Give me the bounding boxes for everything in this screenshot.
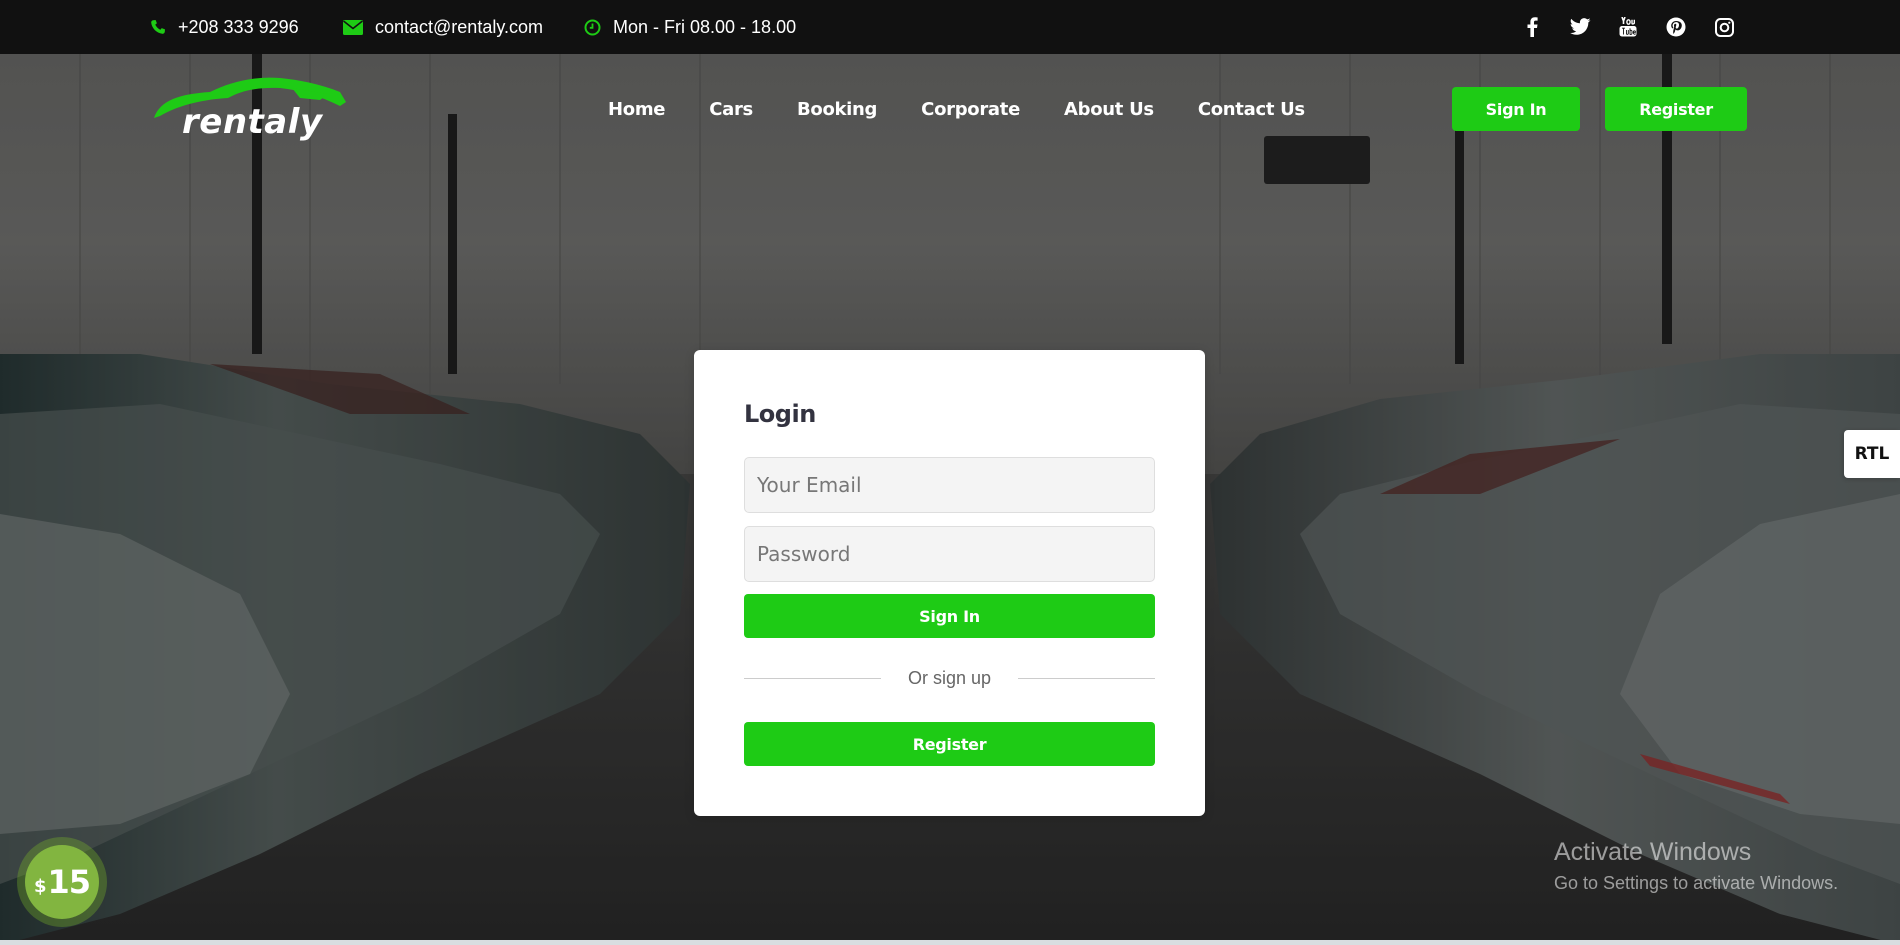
price-currency: $ bbox=[33, 875, 47, 897]
register-button[interactable]: Register bbox=[744, 722, 1155, 766]
watermark-title: Activate Windows bbox=[1554, 838, 1752, 866]
envelope-icon bbox=[343, 19, 363, 35]
email-input[interactable] bbox=[744, 457, 1155, 513]
nav-home[interactable]: Home bbox=[608, 92, 666, 128]
site-logo[interactable]: rentaly bbox=[150, 72, 350, 146]
sign-in-button[interactable]: Sign In bbox=[744, 594, 1155, 638]
divider-line-right bbox=[1018, 678, 1155, 679]
phone-text: +208 333 9296 bbox=[178, 16, 299, 37]
or-sign-up-divider: Or sign up bbox=[744, 666, 1155, 690]
login-title: Login bbox=[744, 400, 816, 428]
social-links bbox=[1521, 0, 1735, 54]
hours-text: Mon - Fri 08.00 - 18.00 bbox=[613, 16, 797, 37]
logo-wordmark: rentaly bbox=[182, 102, 323, 142]
facebook-icon[interactable] bbox=[1521, 16, 1543, 38]
hours-info: Mon - Fri 08.00 - 18.00 bbox=[584, 0, 796, 54]
nav-about-us[interactable]: About Us bbox=[1064, 92, 1154, 128]
twitter-icon[interactable] bbox=[1569, 16, 1591, 38]
bottom-edge bbox=[0, 940, 1900, 945]
youtube-icon[interactable] bbox=[1617, 16, 1639, 38]
header-register-button[interactable]: Register bbox=[1605, 87, 1747, 131]
nav-cars[interactable]: Cars bbox=[709, 92, 753, 128]
phone-icon bbox=[150, 19, 166, 35]
nav-contact-us[interactable]: Contact Us bbox=[1198, 92, 1305, 128]
email-text: contact@rentaly.com bbox=[375, 16, 544, 37]
login-card: Login Sign In Or sign up Register bbox=[694, 350, 1205, 816]
header-sign-in-button[interactable]: Sign In bbox=[1452, 87, 1580, 131]
main-navigation: Home Cars Booking Corporate About Us Con… bbox=[608, 92, 1305, 128]
pinterest-icon[interactable] bbox=[1665, 16, 1687, 38]
instagram-icon[interactable] bbox=[1713, 16, 1735, 38]
rtl-toggle[interactable]: RTL bbox=[1844, 430, 1900, 478]
windows-activation-watermark: Activate Windows Go to Settings to activ… bbox=[1554, 838, 1838, 894]
nav-corporate[interactable]: Corporate bbox=[921, 92, 1020, 128]
email-contact[interactable]: contact@rentaly.com bbox=[343, 0, 543, 54]
top-bar: +208 333 9296 contact@rentaly.com Mon - … bbox=[0, 0, 1900, 54]
password-input[interactable] bbox=[744, 526, 1155, 582]
phone-contact[interactable]: +208 333 9296 bbox=[150, 0, 299, 54]
clock-icon bbox=[584, 19, 601, 36]
price-amount: 15 bbox=[47, 863, 92, 901]
watermark-subtitle: Go to Settings to activate Windows. bbox=[1554, 873, 1839, 893]
price-badge[interactable]: $ 15 bbox=[25, 845, 99, 919]
nav-booking[interactable]: Booking bbox=[797, 92, 878, 128]
